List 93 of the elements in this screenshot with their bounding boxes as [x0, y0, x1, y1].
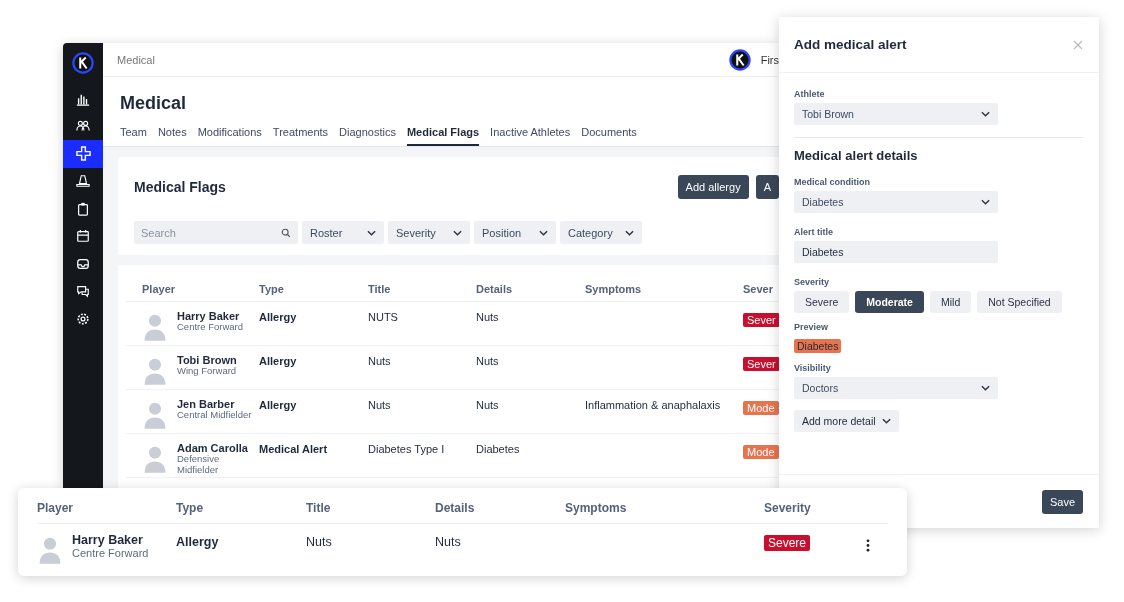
field-label: Alert title	[794, 227, 833, 237]
table-cell-text: Nuts	[476, 354, 500, 367]
tab[interactable]: Modifications	[197, 126, 262, 146]
tab[interactable]: Inactive Athletes	[490, 126, 571, 146]
tab[interactable]: Notes	[157, 126, 187, 146]
add-detail-button[interactable]: Add more detail	[794, 410, 899, 432]
table-cell-text: Nuts	[306, 534, 333, 549]
logo-icon	[728, 48, 751, 71]
table-cell-text: Nuts	[368, 398, 392, 411]
column-header: Symptoms	[565, 501, 628, 515]
plus-icon[interactable]	[63, 140, 103, 168]
filter-dropdown[interactable]: Position	[474, 221, 556, 244]
tab[interactable]: Treatments	[272, 126, 329, 146]
field-label: Visibility	[794, 363, 831, 373]
panel-title: Add medical alert	[794, 37, 907, 52]
chevron-down-icon	[981, 199, 990, 205]
tab[interactable]: Documents	[581, 126, 637, 146]
severity-tag: Mode	[743, 401, 779, 415]
chevron-down-icon	[981, 111, 990, 117]
severity-option[interactable]: Severe	[794, 291, 850, 313]
severity-tag: Sever	[743, 313, 779, 327]
table-cell-text: Allergy	[176, 534, 220, 549]
condition-dropdown[interactable]: Diabetes	[794, 191, 998, 213]
column-header: Title	[306, 501, 332, 515]
alert-title-field[interactable]: Diabetes	[794, 241, 998, 263]
section-title: Medical Flags	[134, 179, 226, 195]
severity-option[interactable]: Mild	[929, 291, 972, 313]
severity-option[interactable]: Not Specified	[977, 291, 1062, 313]
chevron-down-icon	[881, 418, 891, 424]
chevron-down-icon	[453, 229, 462, 236]
column-header: Sever	[743, 283, 774, 295]
chevron-down-icon	[625, 229, 634, 236]
player-name: Harry Baker	[72, 533, 144, 547]
table-cell-text: Nuts	[368, 354, 392, 367]
more-icon[interactable]	[864, 537, 872, 554]
athlete-dropdown[interactable]: Tobi Brown	[794, 103, 998, 125]
section-title: Medical alert details	[794, 148, 918, 163]
field-label: Medical condition	[794, 177, 870, 187]
page-title: Medical	[120, 93, 188, 114]
column-header: Type	[259, 283, 285, 295]
filter-dropdown[interactable]: Severity	[388, 221, 470, 244]
severity-tag: Mode	[743, 445, 779, 459]
player-position: Centre Forward	[177, 322, 243, 333]
table-cell-text: Diabetes	[476, 442, 521, 455]
column-header: Player	[142, 283, 177, 295]
table-cell-text: Nuts	[435, 534, 462, 549]
player-name: Tobi Brown	[177, 354, 237, 366]
column-header: Player	[37, 501, 75, 515]
player-position: Centre Forward	[72, 547, 149, 560]
tab[interactable]: Team	[120, 126, 147, 146]
add-button[interactable]: Add allergy	[677, 175, 749, 199]
player-name: Adam Carolla	[177, 442, 249, 454]
table-cell-text: Nuts	[476, 398, 500, 411]
save-button[interactable]: Save	[1041, 489, 1083, 514]
table-cell-text: Inflammation & anaphalaxis	[585, 398, 722, 411]
column-header: Severity	[764, 501, 812, 515]
visibility-dropdown[interactable]: Doctors	[794, 377, 998, 399]
breadcrumb: Medical	[117, 53, 156, 66]
filter-dropdown[interactable]: Roster	[302, 221, 384, 244]
search-icon	[281, 228, 291, 238]
add-button[interactable]: A	[755, 175, 779, 199]
column-header: Symptoms	[585, 283, 643, 295]
severity-tag: Severe	[764, 535, 811, 551]
severity-tag: Sever	[743, 357, 779, 371]
chevron-down-icon	[367, 229, 376, 236]
player-position: Defensive Midfielder	[177, 454, 221, 476]
field-label: Athlete	[794, 89, 825, 99]
player-name: Jen Barber	[177, 398, 236, 410]
field-label: Preview	[794, 322, 829, 332]
search-field[interactable]: Search	[134, 221, 298, 244]
filter-dropdown[interactable]: Category	[560, 221, 642, 244]
logo-icon	[72, 52, 94, 74]
preview-tag: Diabetes	[794, 339, 842, 353]
table-cell-text: Medical Alert	[259, 442, 329, 455]
table-cell-text: Allergy	[259, 398, 298, 411]
table-cell-text: Allergy	[259, 354, 298, 367]
chevron-down-icon	[981, 385, 990, 391]
player-name: Harry Baker	[177, 310, 241, 322]
severity-option[interactable]: Moderate	[855, 291, 924, 313]
player-position: Wing Forward	[177, 366, 237, 377]
table-cell-text: NUTS	[368, 310, 399, 323]
column-header: Details	[476, 283, 514, 295]
column-header: Type	[176, 501, 205, 515]
column-header: Title	[368, 283, 392, 295]
tab[interactable]: Diagnostics	[339, 126, 396, 146]
player-position: Central Midfielder	[177, 410, 252, 421]
table-cell-text: Allergy	[259, 310, 298, 323]
column-header: Details	[435, 501, 476, 515]
table-cell-text: Nuts	[476, 310, 500, 323]
chevron-down-icon	[539, 229, 548, 236]
field-label: Severity	[794, 277, 830, 287]
table-cell-text: Diabetes Type I	[368, 442, 446, 455]
user-name: Firs	[760, 53, 779, 66]
